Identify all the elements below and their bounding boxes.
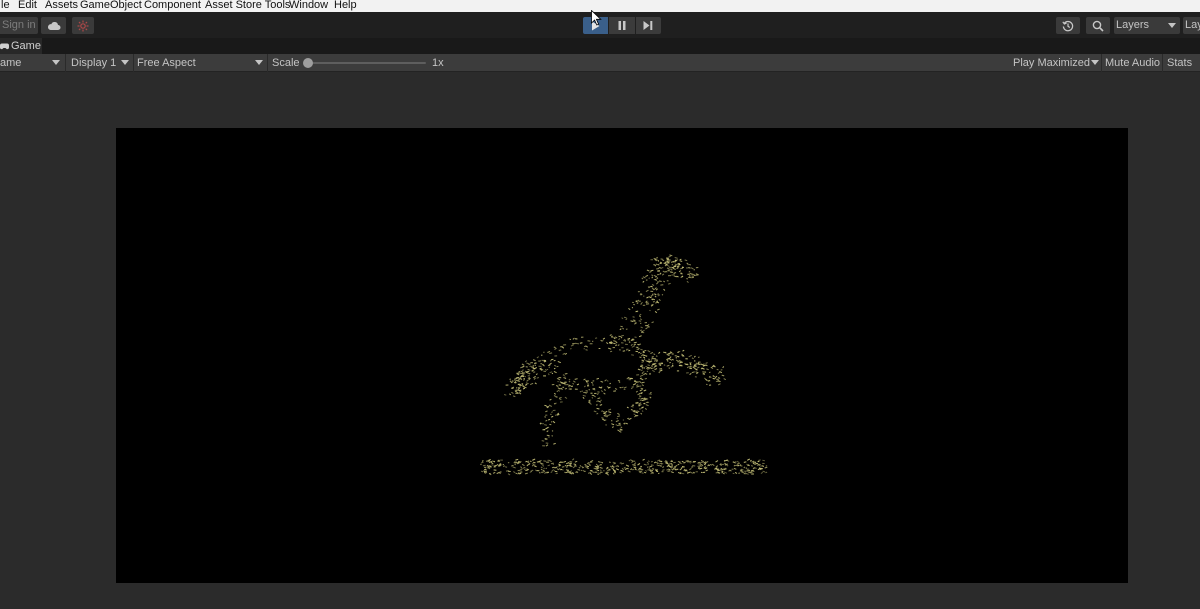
cloud-button[interactable] <box>41 17 66 34</box>
menu-assets[interactable]: Assets <box>45 0 78 12</box>
menu-file[interactable]: le <box>1 0 10 12</box>
layers-label: Layers <box>1116 19 1150 31</box>
display-label: Display 1 <box>71 57 117 69</box>
chevron-down-icon <box>121 60 129 65</box>
menu-edit[interactable]: Edit <box>18 0 37 12</box>
tab-game[interactable]: Game <box>0 38 42 54</box>
scale-slider[interactable] <box>308 62 426 64</box>
layout-label: Lay <box>1185 19 1200 31</box>
aspect-label: Free Aspect <box>137 57 196 69</box>
chevron-down-icon <box>1168 23 1176 28</box>
collab-icon <box>77 20 89 31</box>
particle-horse-scene <box>480 254 768 476</box>
game-view-toolbar: ame Display 1 Free Aspect Scale 1x Play … <box>0 54 1200 72</box>
divider <box>267 54 268 72</box>
chevron-down-icon <box>1091 60 1099 65</box>
menu-window[interactable]: Window <box>289 0 328 12</box>
window-tab-bar: Game <box>0 38 1200 54</box>
chevron-down-icon <box>52 60 60 65</box>
stats-toggle[interactable]: Stats <box>1167 54 1192 72</box>
pause-button[interactable] <box>609 17 635 34</box>
menu-help[interactable]: Help <box>334 0 357 12</box>
collab-button[interactable] <box>72 17 94 34</box>
step-icon <box>643 21 653 30</box>
layers-dropdown[interactable]: Layers <box>1114 17 1180 34</box>
game-mode-label: ame <box>0 57 22 69</box>
game-mode-dropdown[interactable]: ame <box>0 54 64 72</box>
layout-dropdown[interactable]: Lay <box>1183 17 1200 34</box>
game-viewport <box>0 72 1200 609</box>
horse-particles <box>503 254 727 447</box>
tab-label: Game <box>11 40 41 52</box>
history-button[interactable] <box>1056 17 1080 34</box>
mute-audio-toggle[interactable]: Mute Audio <box>1105 54 1160 72</box>
menu-gameobject[interactable]: GameObject <box>80 0 142 12</box>
menu-asset-store-tools[interactable]: Asset Store Tools <box>205 0 290 12</box>
history-icon <box>1062 20 1074 31</box>
play-maximized-label: Play Maximized <box>1013 57 1091 69</box>
mouse-cursor-icon <box>591 10 602 26</box>
game-controller-icon <box>0 43 9 49</box>
scale-slider-handle[interactable] <box>303 58 313 68</box>
divider <box>1162 54 1163 72</box>
sign-in-button[interactable]: Sign in <box>0 17 38 34</box>
divider <box>1101 54 1102 72</box>
chevron-down-icon <box>255 60 263 65</box>
pause-icon <box>618 21 626 30</box>
menu-component[interactable]: Component <box>144 0 201 12</box>
scale-value: 1x <box>432 57 444 69</box>
search-button[interactable] <box>1086 17 1110 34</box>
scale-label: Scale <box>272 57 300 69</box>
divider <box>65 54 66 72</box>
aspect-dropdown[interactable]: Free Aspect <box>137 54 267 72</box>
play-maximized-dropdown[interactable]: Play Maximized <box>1013 54 1100 72</box>
search-icon <box>1092 20 1104 32</box>
divider <box>133 54 134 72</box>
display-dropdown[interactable]: Display 1 <box>71 54 133 72</box>
step-button[interactable] <box>635 17 661 34</box>
game-screen[interactable] <box>116 128 1128 583</box>
cloud-icon <box>47 21 60 30</box>
ground-particles <box>480 458 768 476</box>
